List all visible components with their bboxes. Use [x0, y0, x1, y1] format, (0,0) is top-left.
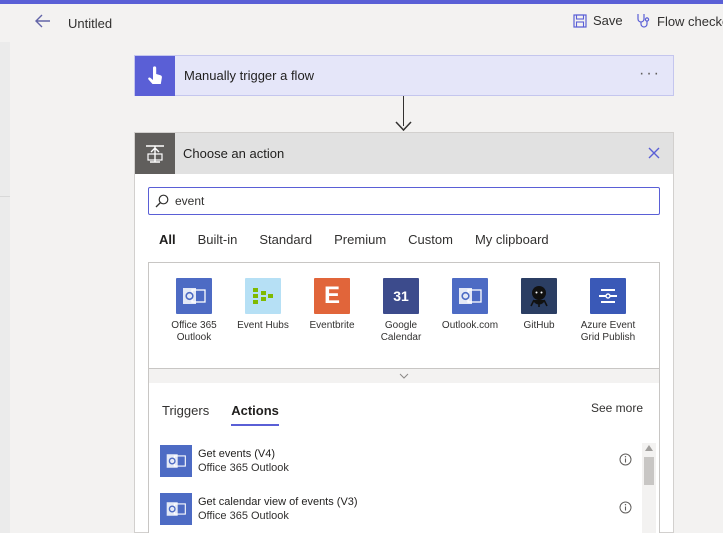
expand-connectors-button[interactable]	[148, 368, 660, 384]
operations-panel: Triggers Actions See more Get events (V4)…	[148, 383, 660, 533]
trigger-title: Manually trigger a flow	[184, 68, 315, 83]
see-more-link[interactable]: See more	[591, 401, 643, 415]
operation-tabs: Triggers Actions	[162, 403, 301, 426]
search-input[interactable]	[175, 194, 645, 208]
connector-event-hubs[interactable]: Event Hubs	[233, 278, 293, 332]
action-connector-name: Office 365 Outlook	[198, 461, 289, 474]
header: Untitled Save Flow checker	[0, 4, 723, 42]
connector-glyph: 31	[393, 288, 409, 304]
connector-github[interactable]: GitHub	[509, 278, 569, 332]
choose-action-card: Choose an action All Built-in Standard Prem…	[134, 132, 674, 533]
manual-trigger-icon	[135, 55, 175, 96]
scroll-up-icon[interactable]	[645, 445, 653, 451]
action-title: Get events (V4)	[198, 447, 276, 460]
trigger-card[interactable]: Manually trigger a flow ···	[134, 55, 674, 96]
tab-premium[interactable]: Premium	[334, 232, 386, 250]
connector-label: Office 365 Outlook	[171, 320, 217, 343]
tab-actions[interactable]: Actions	[231, 403, 279, 426]
action-card-title: Choose an action	[183, 146, 285, 161]
connector-label: Outlook.com	[441, 320, 499, 331]
github-icon	[521, 278, 557, 314]
scroll-thumb[interactable]	[644, 457, 654, 485]
info-icon[interactable]	[619, 453, 632, 466]
tab-standard[interactable]: Standard	[259, 232, 312, 250]
tab-all[interactable]: All	[159, 232, 176, 250]
scrollbar[interactable]	[642, 443, 656, 533]
save-label: Save	[593, 13, 623, 28]
close-icon	[648, 147, 660, 159]
tab-custom[interactable]: Custom	[408, 232, 453, 250]
left-pane	[0, 42, 10, 533]
save-button[interactable]: Save	[573, 13, 623, 28]
connector-label: Azure Event Grid Publish	[580, 320, 636, 343]
outlook-icon	[160, 493, 192, 525]
connector-office-365-outlook[interactable]: Office 365 Outlook	[164, 278, 224, 344]
connector-label: Google Calendar	[380, 320, 422, 343]
connector-label: GitHub	[523, 320, 555, 331]
action-list-item[interactable]: Get events (V4) Office 365 Outlook	[160, 443, 632, 479]
flow-checker-button[interactable]: Flow checker	[635, 13, 723, 29]
action-text: Get events (V4) Office 365 Outlook	[198, 448, 289, 475]
flow-checker-label: Flow checker	[657, 13, 723, 29]
search-field[interactable]	[148, 187, 660, 215]
connector-google-calendar[interactable]: 31 Google Calendar	[371, 278, 431, 344]
chevron-down-icon	[399, 373, 409, 379]
divider	[0, 196, 10, 197]
category-tabs: All Built-in Standard Premium Custom My clipb…	[159, 232, 571, 250]
action-card-header: Choose an action	[135, 133, 673, 174]
connectors-panel: Office 365 Outlook Event Hubs E Eventbrite 3…	[148, 262, 660, 384]
tab-my-clipboard[interactable]: My clipboard	[475, 232, 549, 250]
outlook-icon	[176, 278, 212, 314]
connector-label: Eventbrite	[309, 320, 355, 331]
search-icon	[149, 194, 175, 208]
stethoscope-icon	[637, 14, 650, 28]
back-button[interactable]	[34, 12, 56, 34]
flow-title: Untitled	[68, 16, 113, 31]
eventbrite-icon: E	[314, 278, 350, 314]
arrow-left-icon	[35, 14, 50, 28]
action-connector-name: Office 365 Outlook	[198, 509, 289, 522]
save-icon	[573, 13, 587, 28]
action-list-item[interactable]: Get calendar view of events (V3) Office 3…	[160, 491, 632, 527]
tab-triggers[interactable]: Triggers	[162, 403, 209, 426]
connector-outlook-com[interactable]: Outlook.com	[440, 278, 500, 332]
info-icon[interactable]	[619, 501, 632, 514]
arrow-down-icon	[395, 121, 412, 132]
connector-glyph: E	[323, 282, 340, 309]
tab-built-in[interactable]: Built-in	[198, 232, 238, 250]
action-step-icon	[135, 133, 175, 174]
more-options-button[interactable]: ···	[639, 65, 661, 83]
outlook-icon	[160, 445, 192, 477]
action-text: Get calendar view of events (V3) Office 3…	[198, 496, 358, 523]
event-hubs-icon	[245, 278, 281, 314]
action-title: Get calendar view of events (V3)	[198, 495, 358, 508]
outlook-icon	[452, 278, 488, 314]
event-grid-icon	[590, 278, 626, 314]
connector-azure-event-grid-publish[interactable]: Azure Event Grid Publish	[578, 278, 638, 344]
connector-eventbrite[interactable]: E Eventbrite	[302, 278, 362, 332]
connector-label: Event Hubs	[237, 320, 289, 331]
close-button[interactable]	[645, 144, 663, 162]
google-calendar-icon: 31	[383, 278, 419, 314]
